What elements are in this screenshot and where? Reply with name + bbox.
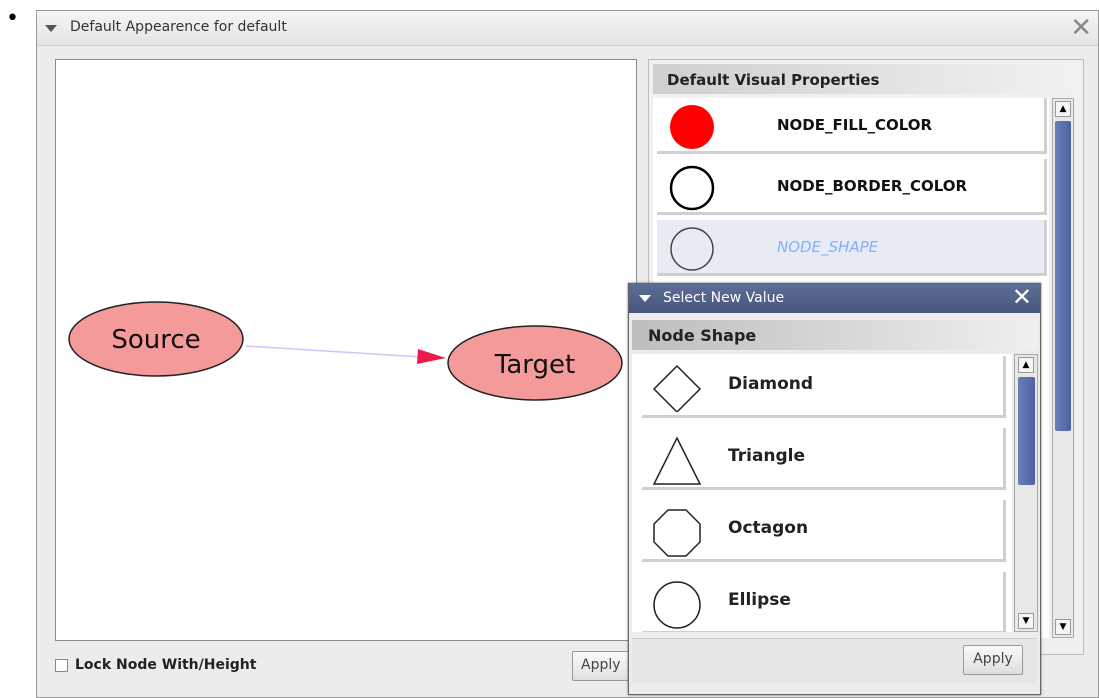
- popup-apply-button[interactable]: Apply: [963, 645, 1023, 675]
- property-row-node-border-color[interactable]: NODE_BORDER_COLOR: [657, 159, 1047, 215]
- apply-button[interactable]: Apply: [572, 651, 636, 681]
- scroll-down-icon[interactable]: ▼: [1018, 613, 1034, 629]
- select-new-value-popup: Select New Value ✕ Node Shape Diamond Tr…: [628, 283, 1041, 695]
- popup-title: Select New Value: [663, 290, 785, 306]
- edge-arrow-icon: [417, 349, 446, 364]
- property-label: NODE_BORDER_COLOR: [777, 177, 968, 195]
- lock-node-size-checkbox-row[interactable]: Lock Node With/Height: [55, 657, 256, 673]
- collapse-triangle-icon[interactable]: [45, 25, 57, 32]
- network-preview-canvas[interactable]: Source Target: [55, 59, 637, 641]
- shape-option-label: Octagon: [728, 518, 809, 538]
- property-label: NODE_SHAPE: [777, 238, 879, 256]
- shape-option-label: Diamond: [728, 374, 814, 394]
- collapse-triangle-icon[interactable]: [639, 295, 651, 302]
- shape-option-triangle[interactable]: Triangle: [642, 428, 1006, 490]
- scrollbar-thumb[interactable]: [1055, 121, 1071, 431]
- list-bullet: •: [6, 6, 19, 31]
- close-icon[interactable]: ✕: [1070, 13, 1092, 43]
- dialog-titlebar[interactable]: Default Appearence for default ✕: [37, 11, 1098, 46]
- octagon-icon: [653, 509, 701, 557]
- shape-option-octagon[interactable]: Octagon: [642, 500, 1006, 562]
- property-row-node-fill-color[interactable]: NODE_FILL_COLOR: [657, 98, 1047, 154]
- close-icon[interactable]: ✕: [1012, 283, 1032, 311]
- property-label: NODE_FILL_COLOR: [777, 116, 933, 134]
- scroll-down-icon[interactable]: ▼: [1055, 619, 1071, 635]
- edge[interactable]: [245, 345, 423, 358]
- circle-outline-icon: [670, 227, 714, 271]
- scroll-up-icon[interactable]: ▲: [1055, 101, 1071, 117]
- dialog-title: Default Appearence for default: [70, 19, 287, 35]
- popup-footer: Apply: [632, 638, 1037, 683]
- node-shape-header: Node Shape: [632, 320, 1037, 350]
- lock-node-size-checkbox[interactable]: [55, 658, 68, 672]
- visual-properties-scrollbar[interactable]: ▲ ▼: [1052, 98, 1074, 638]
- black-circle-outline-icon: [669, 165, 715, 211]
- network-graph: Source Target: [68, 301, 623, 401]
- scrollbar-thumb[interactable]: [1018, 377, 1035, 485]
- shape-option-label: Ellipse: [728, 590, 791, 610]
- source-node-label: Source: [111, 325, 200, 355]
- filled-red-circle-icon: [670, 105, 714, 149]
- property-row-node-shape[interactable]: NODE_SHAPE: [657, 220, 1047, 276]
- shape-option-diamond[interactable]: Diamond: [642, 356, 1006, 418]
- popup-titlebar[interactable]: Select New Value ✕: [629, 283, 1040, 313]
- target-node-label: Target: [494, 350, 575, 380]
- ellipse-icon: [653, 581, 701, 629]
- shape-option-ellipse[interactable]: Ellipse: [642, 572, 1006, 632]
- diamond-icon: [652, 364, 702, 412]
- visual-properties-header: Default Visual Properties: [653, 64, 1079, 94]
- scroll-up-icon[interactable]: ▲: [1018, 357, 1034, 373]
- shape-options-scrollbar[interactable]: ▲ ▼: [1014, 354, 1038, 632]
- shape-options-list[interactable]: Diamond Triangle Octagon Ellipse: [632, 354, 1012, 632]
- triangle-icon: [652, 436, 702, 485]
- shape-option-label: Triangle: [728, 446, 806, 466]
- lock-node-size-label: Lock Node With/Height: [75, 657, 257, 673]
